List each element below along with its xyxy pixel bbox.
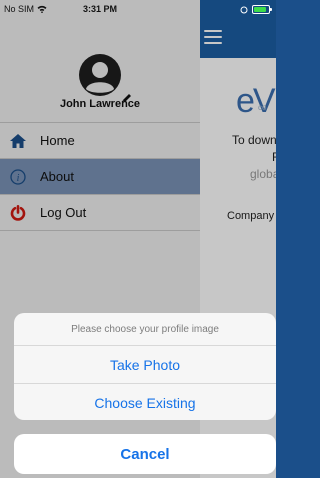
status-bar: No SIM 3:31 PM: [0, 0, 276, 20]
screen: eV co To downl F globa Company John Lawr…: [0, 0, 276, 478]
action-sheet: Please choose your profile image Take Ph…: [14, 313, 276, 420]
orientation-lock-icon: [240, 6, 248, 13]
action-sheet-title: Please choose your profile image: [14, 313, 276, 346]
battery-icon: [252, 5, 272, 14]
status-right: [240, 5, 272, 14]
status-time: 3:31 PM: [82, 4, 117, 14]
cancel-button[interactable]: Cancel: [14, 434, 276, 474]
choose-existing-button[interactable]: Choose Existing: [14, 384, 276, 420]
take-photo-button[interactable]: Take Photo: [14, 346, 276, 384]
